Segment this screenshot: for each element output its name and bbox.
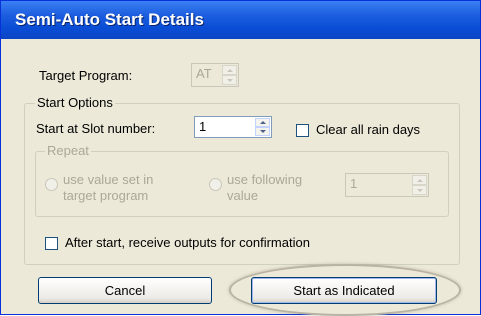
start-options-legend: Start Options bbox=[35, 95, 115, 110]
repeat-value-down-button bbox=[412, 185, 427, 195]
slot-number-label: Start at Slot number: bbox=[36, 121, 156, 136]
arrow-up-icon bbox=[226, 68, 233, 72]
confirm-outputs-checkbox[interactable] bbox=[45, 237, 58, 250]
repeat-legend: Repeat bbox=[45, 143, 91, 158]
window-title: Semi-Auto Start Details bbox=[15, 10, 204, 29]
target-program-spinner: AT bbox=[191, 63, 239, 87]
repeat-value-up-button bbox=[412, 175, 427, 185]
arrow-down-icon bbox=[416, 188, 423, 192]
target-program-up-button bbox=[222, 65, 237, 75]
repeat-following-value-label: use following value bbox=[227, 172, 303, 203]
repeat-value: 1 bbox=[350, 176, 358, 191]
title-bar[interactable]: Semi-Auto Start Details bbox=[1, 1, 480, 39]
slot-number-spinner[interactable]: 1 bbox=[194, 116, 272, 138]
repeat-following-value-radio bbox=[209, 178, 222, 191]
target-program-down-button bbox=[222, 75, 237, 85]
arrow-up-icon bbox=[259, 121, 266, 124]
repeat-value-spinner: 1 bbox=[345, 173, 429, 197]
arrow-up-icon bbox=[416, 178, 423, 182]
repeat-target-program-radio bbox=[45, 178, 58, 191]
clear-rain-days-checkbox[interactable] bbox=[296, 124, 309, 137]
confirm-outputs-label[interactable]: After start, receive outputs for confirm… bbox=[65, 235, 310, 250]
slot-number-down-button[interactable] bbox=[255, 127, 270, 136]
cancel-button[interactable]: Cancel bbox=[38, 277, 212, 304]
slot-number-value[interactable]: 1 bbox=[199, 119, 206, 134]
repeat-target-program-label: use value set in target program bbox=[63, 172, 154, 203]
target-program-value: AT bbox=[196, 66, 212, 81]
arrow-down-icon bbox=[259, 130, 266, 133]
start-as-indicated-label: Start as Indicated bbox=[293, 283, 395, 298]
start-as-indicated-button[interactable]: Start as Indicated bbox=[251, 277, 437, 304]
target-program-label: Target Program: bbox=[39, 68, 133, 83]
cancel-button-label: Cancel bbox=[104, 283, 146, 298]
arrow-down-icon bbox=[226, 78, 233, 82]
clear-rain-days-label[interactable]: Clear all rain days bbox=[316, 122, 420, 137]
slot-number-up-button[interactable] bbox=[255, 118, 270, 127]
dialog-window: Semi-Auto Start Details Target Program: … bbox=[0, 0, 481, 316]
